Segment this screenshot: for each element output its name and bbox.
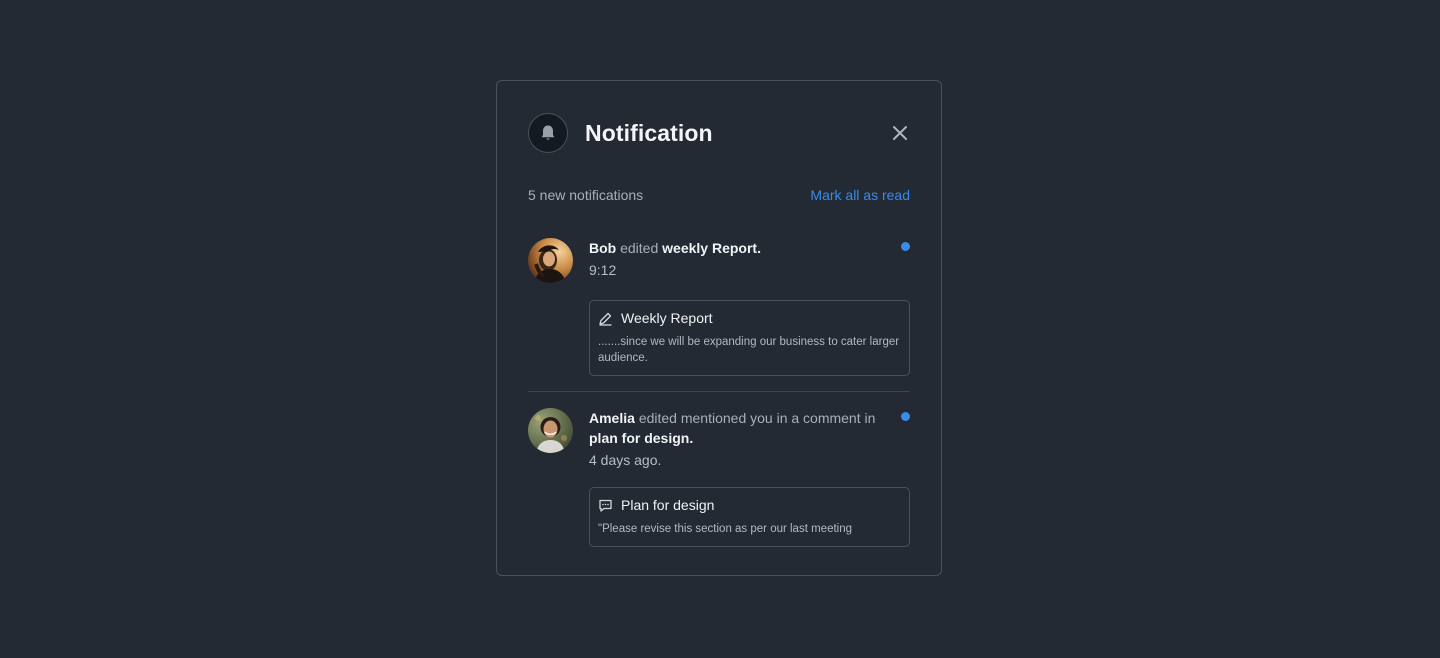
notification-preview-card[interactable]: Plan for design "Please revise this sect…	[589, 487, 910, 547]
notification-content: Bob edited weekly Report. 9:12	[589, 238, 910, 280]
card-title-row: Weekly Report	[598, 310, 901, 326]
pencil-icon	[599, 312, 612, 326]
unread-dot	[901, 412, 910, 421]
notification-action: edited	[620, 240, 659, 256]
notification-text: Amelia edited mentioned you in a comment…	[589, 408, 910, 448]
close-icon	[893, 126, 907, 140]
notification-time: 9:12	[589, 262, 617, 278]
comment-icon	[599, 499, 612, 512]
notification-target[interactable]: weekly Report.	[662, 240, 761, 256]
notification-target[interactable]: plan for design.	[589, 430, 693, 446]
notification-user: Bob	[589, 240, 617, 256]
notification-content: Amelia edited mentioned you in a comment…	[589, 408, 910, 470]
notification-preview-card[interactable]: Weekly Report .......since we will be ex…	[589, 300, 910, 376]
card-title-row: Plan for design	[598, 497, 901, 513]
bell-icon	[528, 113, 568, 153]
avatar	[528, 238, 573, 283]
avatar	[528, 408, 573, 453]
card-body: "Please revise this section as per our l…	[598, 523, 853, 535]
notification-subbar: 5 new notifications Mark all as read	[528, 187, 910, 203]
close-button[interactable]	[888, 121, 912, 145]
divider	[528, 391, 910, 392]
mark-all-read-link[interactable]: Mark all as read	[810, 187, 910, 203]
notification-text: Bob edited weekly Report.	[589, 238, 910, 258]
notification-count: 5 new notifications	[528, 187, 644, 203]
card-title: Plan for design	[621, 497, 715, 513]
notification-user: Amelia	[589, 410, 635, 426]
notification-action: edited mentioned you in a comment in	[638, 410, 876, 426]
unread-dot	[901, 242, 910, 251]
panel-header: Notification	[528, 112, 910, 154]
card-body: .......since we will be expanding our bu…	[598, 336, 900, 364]
card-title: Weekly Report	[621, 310, 713, 326]
notification-panel: Notification 5 new notifications Mark al…	[496, 80, 942, 576]
notification-time: 4 days ago.	[589, 452, 662, 468]
panel-title: Notification	[585, 119, 713, 146]
